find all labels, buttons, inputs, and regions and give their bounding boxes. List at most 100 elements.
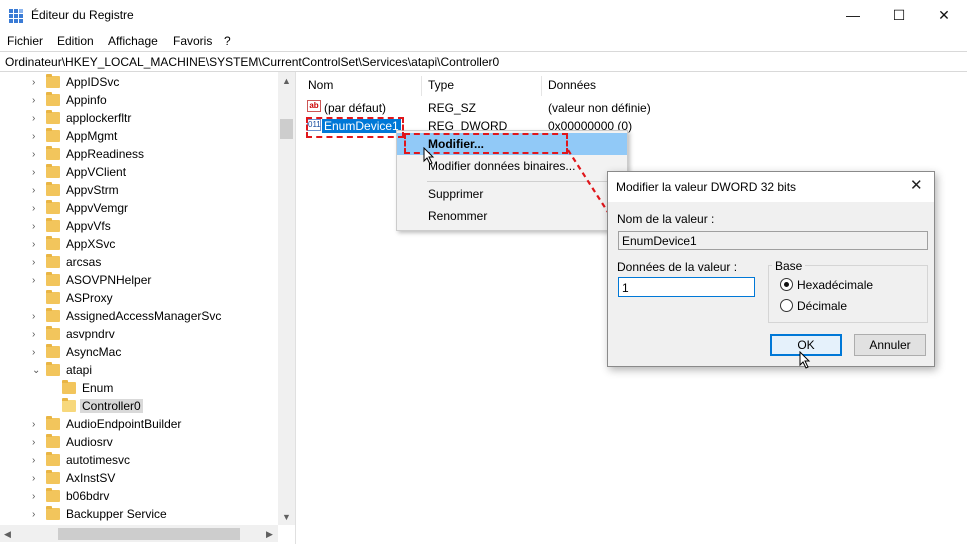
chevron-right-icon[interactable]: ›	[32, 257, 35, 268]
tree-item[interactable]: › AppReadiness	[0, 146, 278, 164]
value-data-input[interactable]: 1	[618, 277, 755, 297]
chevron-right-icon[interactable]: ›	[32, 509, 35, 520]
tree-item[interactable]: › AssignedAccessManagerSvc	[0, 308, 278, 326]
tree-item[interactable]: › AppvVfs	[0, 218, 278, 236]
tree-item[interactable]: Enum	[0, 380, 278, 398]
chevron-right-icon[interactable]: ›	[32, 347, 35, 358]
tree-item[interactable]: › Backupper Service	[0, 506, 278, 524]
radio-decimal-label[interactable]: Décimale	[797, 299, 847, 313]
chevron-right-icon[interactable]: ›	[32, 491, 35, 502]
chevron-right-icon[interactable]: ›	[32, 203, 35, 214]
tree-item-label: AppIDSvc	[66, 75, 120, 89]
folder-icon	[46, 434, 60, 448]
scroll-left-icon[interactable]: ◀	[4, 529, 11, 540]
tree-item[interactable]: › AsyncMac	[0, 344, 278, 362]
tree-item-label: AppVClient	[66, 165, 127, 179]
radio-hexadecimal-label[interactable]: Hexadécimale	[797, 278, 873, 292]
tree-item[interactable]: › autotimesvc	[0, 452, 278, 470]
folder-icon	[46, 416, 60, 430]
address-bar[interactable]: Ordinateur\HKEY_LOCAL_MACHINE\SYSTEM\Cur…	[0, 51, 967, 72]
tree-item-label: Enum	[82, 381, 114, 395]
column-divider[interactable]	[421, 76, 422, 96]
radio-decimal[interactable]	[780, 299, 793, 312]
chevron-down-icon[interactable]: ⌄	[32, 365, 40, 376]
folder-icon	[46, 200, 60, 214]
tree-item[interactable]: ⌄ atapi	[0, 362, 278, 380]
column-header-data[interactable]: Données	[548, 78, 596, 92]
tree-item[interactable]: › arcsas	[0, 254, 278, 272]
scroll-right-icon[interactable]: ▶	[266, 529, 273, 540]
chevron-right-icon[interactable]: ›	[32, 275, 35, 286]
folder-icon	[46, 470, 60, 484]
tree-item[interactable]: ASProxy	[0, 290, 278, 308]
chevron-right-icon[interactable]: ›	[32, 185, 35, 196]
radio-hexadecimal[interactable]	[780, 278, 793, 291]
chevron-right-icon[interactable]: ›	[32, 329, 35, 340]
tree-item[interactable]: › AppvStrm	[0, 182, 278, 200]
folder-icon	[46, 452, 60, 466]
chevron-right-icon[interactable]: ›	[32, 95, 35, 106]
cancel-button[interactable]: Annuler	[854, 334, 926, 356]
menu-affichage[interactable]: Affichage	[108, 34, 158, 48]
chevron-right-icon[interactable]: ›	[32, 149, 35, 160]
address-path[interactable]: Ordinateur\HKEY_LOCAL_MACHINE\SYSTEM\Cur…	[5, 55, 499, 69]
scroll-up-icon[interactable]: ▲	[282, 76, 291, 86]
tree-vertical-scroll-thumb[interactable]	[280, 119, 293, 139]
menu-favoris[interactable]: Favoris	[173, 34, 212, 48]
tree-item[interactable]: › AppIDSvc	[0, 74, 278, 92]
value-name-text: EnumDevice1	[622, 234, 697, 248]
tree-item[interactable]: › asvpndrv	[0, 326, 278, 344]
folder-icon	[46, 110, 60, 124]
chevron-right-icon[interactable]: ›	[32, 167, 35, 178]
chevron-right-icon[interactable]: ›	[32, 473, 35, 484]
menu-fichier[interactable]: Fichier	[7, 34, 43, 48]
tree-item[interactable]: › applockerfltr	[0, 110, 278, 128]
tree-item-label: AppReadiness	[66, 147, 145, 161]
chevron-right-icon[interactable]: ›	[32, 221, 35, 232]
tree-item[interactable]: › AppXSvc	[0, 236, 278, 254]
tree-item[interactable]: › AppVClient	[0, 164, 278, 182]
tree-item[interactable]: › AxInstSV	[0, 470, 278, 488]
column-header-name[interactable]: Nom	[308, 78, 333, 92]
column-divider[interactable]	[541, 76, 542, 96]
chevron-right-icon[interactable]: ›	[32, 419, 35, 430]
close-icon[interactable]: ✕	[910, 176, 923, 194]
chevron-right-icon[interactable]: ›	[32, 77, 35, 88]
tree-item[interactable]: › Audiosrv	[0, 434, 278, 452]
tree-horizontal-scroll-thumb[interactable]	[58, 528, 240, 540]
annotation-box	[306, 117, 404, 138]
folder-icon	[46, 362, 60, 376]
tree-item-label: AppMgmt	[66, 129, 118, 143]
chevron-right-icon[interactable]: ›	[32, 239, 35, 250]
tree-item-label: arcsas	[66, 255, 102, 269]
registry-editor-icon	[9, 9, 23, 23]
folder-icon	[62, 398, 76, 412]
tree-item[interactable]: › b06bdrv	[0, 488, 278, 506]
chevron-right-icon[interactable]: ›	[32, 455, 35, 466]
chevron-right-icon[interactable]: ›	[32, 311, 35, 322]
folder-icon	[46, 182, 60, 196]
chevron-right-icon[interactable]: ›	[32, 113, 35, 124]
tree-vertical-scrollbar[interactable]	[278, 72, 295, 525]
minimize-icon[interactable]: —	[830, 0, 876, 31]
tree-item[interactable]: › AppMgmt	[0, 128, 278, 146]
close-icon[interactable]: ✕	[921, 0, 967, 31]
column-header-type[interactable]: Type	[428, 78, 454, 92]
chevron-right-icon[interactable]: ›	[32, 437, 35, 448]
tree-item[interactable]: Controller0	[0, 398, 278, 416]
scroll-down-icon[interactable]: ▼	[282, 512, 291, 522]
title-bar: Éditeur du Registre — ☐ ✕	[0, 0, 967, 31]
key-tree[interactable]: › AppIDSvc › Appinfo › applockerfltr › AppMgmt ›…	[0, 72, 296, 544]
maximize-icon[interactable]: ☐	[876, 0, 922, 31]
chevron-right-icon[interactable]: ›	[32, 131, 35, 142]
tree-item[interactable]: › ASOVPNHelper	[0, 272, 278, 290]
folder-icon	[46, 92, 60, 106]
menu-bar: Fichier Edition Affichage Favoris ?	[0, 31, 967, 51]
menu-edition[interactable]: Edition	[57, 34, 94, 48]
tree-item[interactable]: › Appinfo	[0, 92, 278, 110]
tree-item[interactable]: › AppvVemgr	[0, 200, 278, 218]
tree-item[interactable]: › AudioEndpointBuilder	[0, 416, 278, 434]
folder-icon	[46, 290, 60, 304]
base-label: Base	[772, 259, 806, 273]
menu-help[interactable]: ?	[224, 34, 231, 48]
